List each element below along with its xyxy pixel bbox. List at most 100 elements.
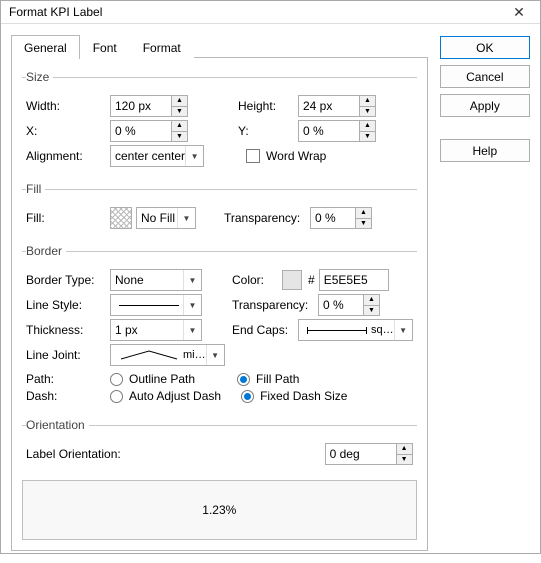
border-group: Border Border Type: None ▼ Color: # xyxy=(22,244,417,410)
orientation-spinner[interactable]: ▲▼ xyxy=(325,443,413,465)
path-fill-radio[interactable] xyxy=(237,373,250,386)
endcaps-label: End Caps: xyxy=(232,323,298,337)
up-icon[interactable]: ▲ xyxy=(359,96,375,107)
x-spinner[interactable]: ▲▼ xyxy=(110,120,188,142)
tab-font[interactable]: Font xyxy=(80,35,130,59)
chevron-down-icon: ▼ xyxy=(394,320,412,340)
thickness-label: Thickness: xyxy=(26,323,110,337)
up-icon[interactable]: ▲ xyxy=(355,208,371,219)
dash-fixed-radio[interactable] xyxy=(241,390,254,403)
chevron-down-icon: ▼ xyxy=(183,295,201,315)
width-input[interactable] xyxy=(111,96,171,116)
fill-value: No Fill xyxy=(141,211,175,225)
tab-format[interactable]: Format xyxy=(130,35,194,59)
endcap-icon xyxy=(307,330,367,331)
linestyle-label: Line Style: xyxy=(26,298,110,312)
border-transparency-input[interactable] xyxy=(319,295,363,315)
height-spinner[interactable]: ▲▼ xyxy=(298,95,376,117)
linestyle-combo[interactable]: ▼ xyxy=(110,294,202,316)
down-icon[interactable]: ▼ xyxy=(363,306,379,316)
preview-pane: 1.23% xyxy=(22,480,417,540)
dash-auto-radio[interactable] xyxy=(110,390,123,403)
apply-button[interactable]: Apply xyxy=(440,94,530,117)
ok-button[interactable]: OK xyxy=(440,36,530,59)
tab-general-panel: Size Width: ▲▼ Height: ▲▼ X: xyxy=(11,58,428,551)
color-swatch-icon[interactable] xyxy=(282,270,302,290)
color-hash: # xyxy=(308,273,315,287)
tab-strip: General Font Format xyxy=(11,34,428,58)
fill-swatch-icon[interactable] xyxy=(110,207,132,229)
down-icon[interactable]: ▼ xyxy=(355,219,371,229)
border-transparency-label: Transparency: xyxy=(232,298,318,312)
bordertype-label: Border Type: xyxy=(26,273,110,287)
fill-legend: Fill xyxy=(26,182,45,196)
path-label: Path: xyxy=(26,372,110,386)
path-outline-label: Outline Path xyxy=(129,372,195,386)
size-legend: Size xyxy=(26,70,53,84)
endcaps-combo[interactable]: sq… ▼ xyxy=(298,319,413,341)
linejoint-label: Line Joint: xyxy=(26,348,110,362)
path-outline-radio[interactable] xyxy=(110,373,123,386)
wordwrap-label: Word Wrap xyxy=(266,149,326,163)
fill-transparency-label: Transparency: xyxy=(224,211,310,225)
down-icon[interactable]: ▼ xyxy=(359,107,375,117)
y-input[interactable] xyxy=(299,121,359,141)
border-transparency-spinner[interactable]: ▲▼ xyxy=(318,294,380,316)
chevron-down-icon: ▼ xyxy=(185,146,203,166)
wordwrap-checkbox[interactable] xyxy=(246,149,260,163)
thickness-value: 1 px xyxy=(115,323,138,337)
up-icon[interactable]: ▲ xyxy=(359,121,375,132)
dash-auto-label: Auto Adjust Dash xyxy=(129,389,221,403)
border-legend: Border xyxy=(26,244,66,258)
chevron-down-icon: ▼ xyxy=(183,270,201,290)
orientation-label: Label Orientation: xyxy=(26,447,325,461)
line-solid-icon xyxy=(119,305,179,306)
up-icon[interactable]: ▲ xyxy=(396,444,412,455)
preview-text: 1.23% xyxy=(202,503,236,517)
fill-combo[interactable]: No Fill ▼ xyxy=(136,207,196,229)
up-icon[interactable]: ▲ xyxy=(171,121,187,132)
dash-fixed-label: Fixed Dash Size xyxy=(260,389,347,403)
tab-general[interactable]: General xyxy=(11,35,80,59)
title-bar: Format KPI Label ✕ xyxy=(1,1,540,24)
height-label: Height: xyxy=(238,99,298,113)
width-spinner[interactable]: ▲▼ xyxy=(110,95,188,117)
height-input[interactable] xyxy=(299,96,359,116)
down-icon[interactable]: ▼ xyxy=(171,132,187,142)
linejoint-combo[interactable]: mi… ▼ xyxy=(110,344,225,366)
linejoint-text: mi… xyxy=(183,349,206,361)
line-joint-icon xyxy=(119,349,179,361)
endcaps-text: sq… xyxy=(371,324,394,336)
path-fill-label: Fill Path xyxy=(256,372,299,386)
fill-group: Fill Fill: No Fill ▼ Transparency: ▲▼ xyxy=(22,182,417,236)
color-label: Color: xyxy=(232,273,282,287)
color-input[interactable] xyxy=(319,269,389,291)
bordertype-value: None xyxy=(115,273,144,287)
fill-label: Fill: xyxy=(26,211,110,225)
y-spinner[interactable]: ▲▼ xyxy=(298,120,376,142)
window-title: Format KPI Label xyxy=(9,5,102,19)
chevron-down-icon: ▼ xyxy=(206,345,224,365)
down-icon[interactable]: ▼ xyxy=(396,455,412,465)
orientation-input[interactable] xyxy=(326,444,396,464)
close-icon[interactable]: ✕ xyxy=(504,1,534,23)
chevron-down-icon: ▼ xyxy=(177,208,195,228)
chevron-down-icon: ▼ xyxy=(183,320,201,340)
up-icon[interactable]: ▲ xyxy=(363,295,379,306)
orientation-group: Orientation Label Orientation: ▲▼ xyxy=(22,418,417,472)
fill-transparency-input[interactable] xyxy=(311,208,355,228)
size-group: Size Width: ▲▼ Height: ▲▼ X: xyxy=(22,70,417,174)
bordertype-combo[interactable]: None ▼ xyxy=(110,269,202,291)
thickness-combo[interactable]: 1 px ▼ xyxy=(110,319,202,341)
cancel-button[interactable]: Cancel xyxy=(440,65,530,88)
help-button[interactable]: Help xyxy=(440,139,530,162)
alignment-label: Alignment: xyxy=(26,149,110,163)
y-label: Y: xyxy=(238,124,298,138)
up-icon[interactable]: ▲ xyxy=(171,96,187,107)
down-icon[interactable]: ▼ xyxy=(171,107,187,117)
width-label: Width: xyxy=(26,99,110,113)
alignment-combo[interactable]: center center ▼ xyxy=(110,145,204,167)
x-input[interactable] xyxy=(111,121,171,141)
fill-transparency-spinner[interactable]: ▲▼ xyxy=(310,207,372,229)
down-icon[interactable]: ▼ xyxy=(359,132,375,142)
